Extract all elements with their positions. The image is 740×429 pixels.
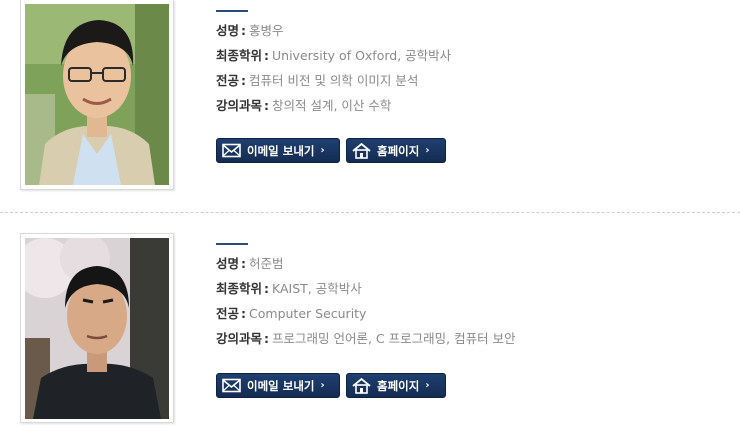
faculty-info: 성명: 허준범 최종학위: KAIST, 공학박사 전공: Computer Secu… — [216, 243, 516, 355]
envelope-icon — [222, 143, 241, 158]
major-value: Computer Security — [249, 306, 367, 321]
house-icon — [352, 377, 371, 394]
email-button[interactable]: 이메일 보내기 › — [216, 138, 340, 163]
degree-value: University of Oxford, 공학박사 — [272, 48, 452, 63]
major-row: 전공: Computer Security — [216, 306, 367, 321]
courses-row: 강의과목: 프로그래밍 언어론, C 프로그래밍, 컴퓨터 보안 — [216, 331, 516, 346]
homepage-button[interactable]: 홈페이지 › — [346, 138, 446, 163]
homepage-button[interactable]: 홈페이지 › — [346, 373, 446, 398]
courses-value: 창의적 설계, 이산 수학 — [272, 98, 392, 113]
faculty-photo — [20, 0, 174, 190]
envelope-icon — [222, 378, 241, 393]
portrait-image — [25, 238, 169, 419]
degree-value: KAIST, 공학박사 — [272, 281, 362, 296]
courses-value: 프로그래밍 언어론, C 프로그래밍, 컴퓨터 보안 — [272, 331, 516, 346]
portrait-image — [25, 4, 169, 185]
faculty-info: 성명: 홍병우 최종학위: University of Oxford, 공학박사 전… — [216, 10, 451, 122]
faculty-card: 성명: 홍병우 최종학위: University of Oxford, 공학박사 전… — [0, 0, 740, 212]
degree-row: 최종학위: University of Oxford, 공학박사 — [216, 48, 452, 63]
name-value: 홍병우 — [249, 23, 284, 38]
major-value: 컴퓨터 비전 및 의학 이미지 분석 — [249, 73, 419, 88]
chevron-right-icon: › — [320, 145, 325, 156]
courses-row: 강의과목: 창의적 설계, 이산 수학 — [216, 98, 392, 113]
major-row: 전공: 컴퓨터 비전 및 의학 이미지 분석 — [216, 73, 419, 88]
degree-row: 최종학위: KAIST, 공학박사 — [216, 281, 362, 296]
name-value: 허준범 — [249, 256, 284, 271]
name-row: 성명: 허준범 — [216, 256, 284, 271]
name-row: 성명: 홍병우 — [216, 23, 284, 38]
email-button[interactable]: 이메일 보내기 › — [216, 373, 340, 398]
action-buttons: 이메일 보내기 › 홈페이지 › — [216, 138, 446, 163]
chevron-right-icon: › — [425, 380, 430, 391]
faculty-photo — [20, 233, 174, 423]
chevron-right-icon: › — [425, 145, 430, 156]
chevron-right-icon: › — [320, 380, 325, 391]
accent-line — [216, 10, 248, 12]
action-buttons: 이메일 보내기 › 홈페이지 › — [216, 373, 446, 398]
accent-line — [216, 243, 248, 245]
house-icon — [352, 142, 371, 159]
faculty-card: 성명: 허준범 최종학위: KAIST, 공학박사 전공: Computer Secu… — [0, 213, 740, 429]
